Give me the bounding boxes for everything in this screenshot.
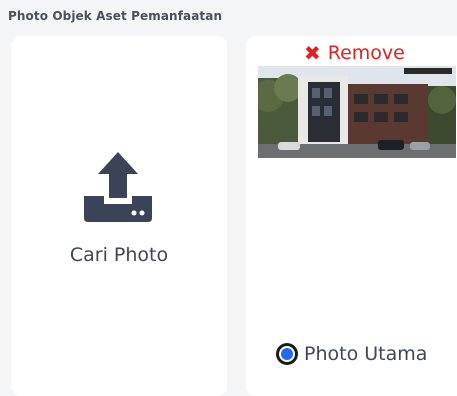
primary-photo-label: Photo Utama [304, 343, 428, 365]
upload-icon [84, 152, 152, 222]
upload-photo-card[interactable]: Cari Photo [11, 36, 227, 396]
building-photo [258, 66, 456, 158]
remove-button[interactable]: ✖ Remove [304, 42, 405, 64]
primary-photo-radio[interactable]: Photo Utama [276, 343, 427, 365]
radio-selected-icon[interactable] [276, 343, 298, 365]
section-title: Photo Objek Aset Pemanfaatan [8, 9, 223, 23]
upload-label: Cari Photo [69, 244, 169, 266]
photo-card: ✖ Remove Photo Utama [246, 36, 457, 396]
remove-label: Remove [327, 42, 405, 64]
close-icon: ✖ [304, 41, 321, 65]
